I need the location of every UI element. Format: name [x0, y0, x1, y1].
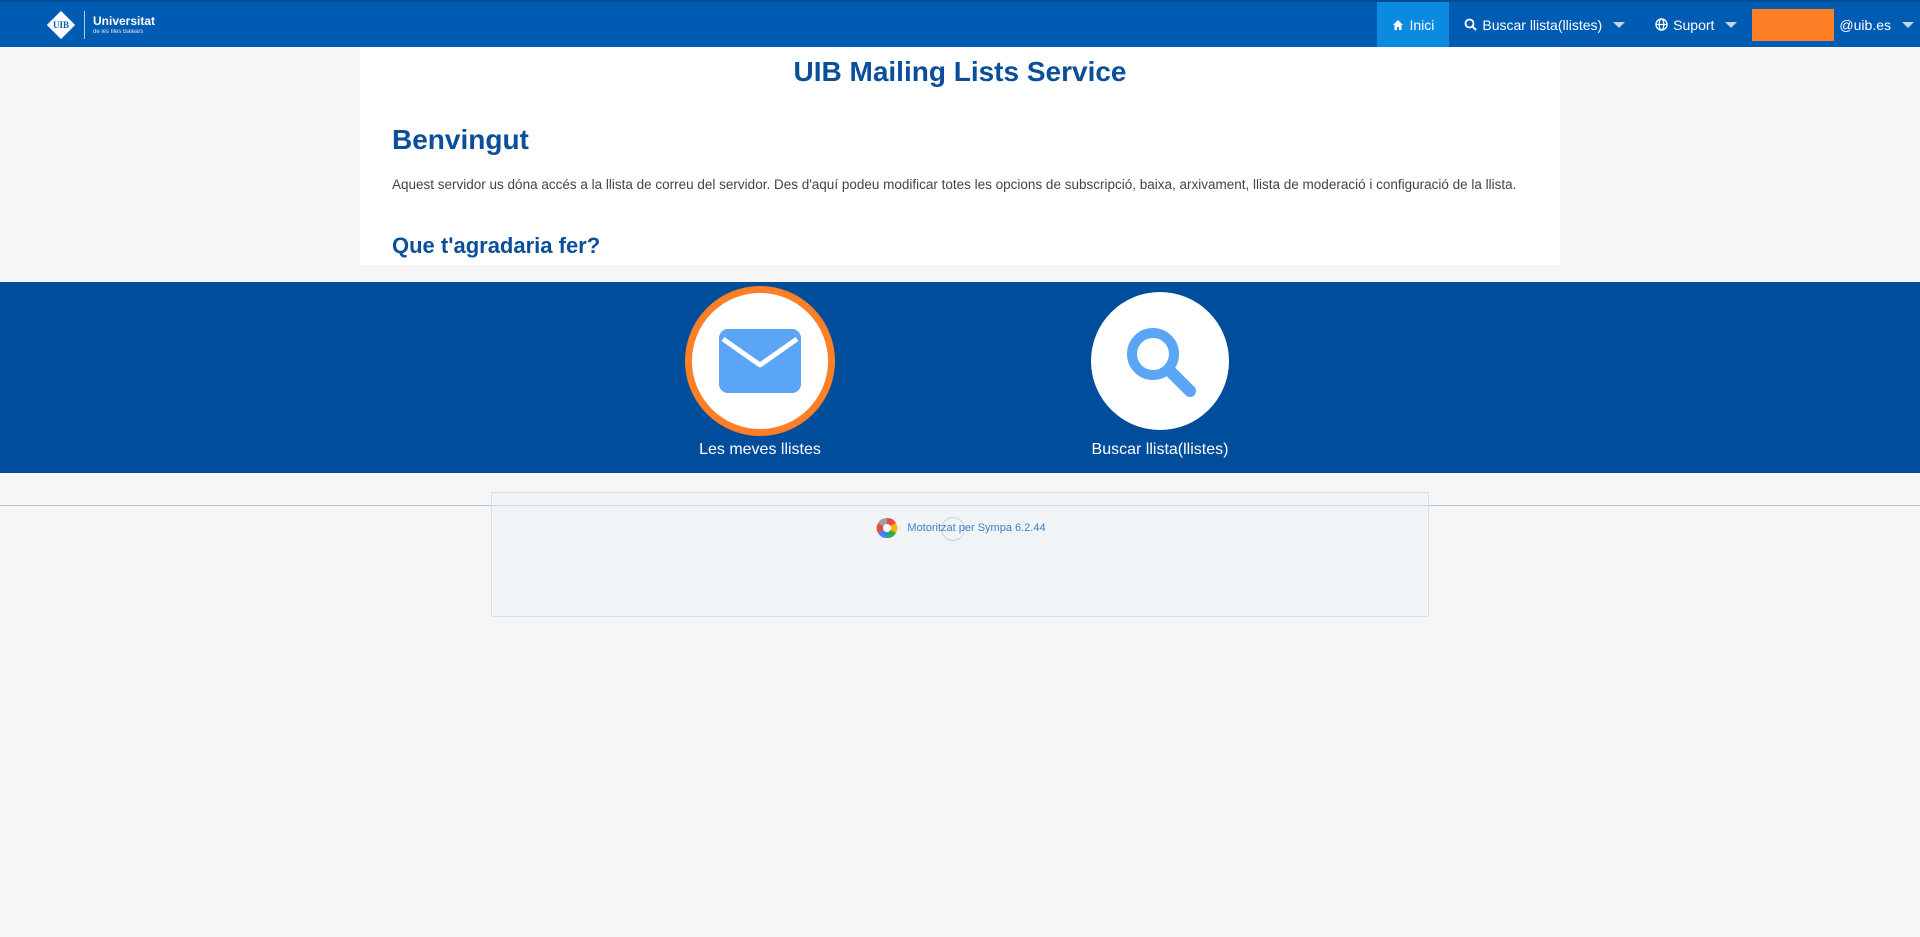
search-lists-button[interactable]: Buscar llista(llistes)	[1050, 282, 1270, 473]
last-login-text: darrer inici de sessió des de 10.100.128…	[740, 555, 1182, 571]
magnifier-icon	[1127, 328, 1196, 397]
chevron-down-icon	[1613, 21, 1626, 28]
uib-emblem-icon: UIB	[46, 10, 76, 40]
search-icon	[1464, 18, 1478, 31]
nav-support-label: Suport	[1673, 16, 1715, 33]
nav-search-label: Buscar llista(llistes)	[1482, 16, 1603, 33]
page-title: UIB Mailing Lists Service	[793, 56, 1127, 87]
nav-home-label: Inici	[1409, 16, 1435, 33]
redacted-username	[1752, 8, 1835, 41]
home-icon	[1393, 19, 1404, 30]
nav-menu: Inici Buscar llista(llistes) Suport @uib…	[1377, 2, 1920, 47]
question-heading: Que t'agradaria fer?	[392, 233, 601, 258]
envelope-icon	[719, 329, 801, 393]
nav-user-menu[interactable]: @uib.es	[1752, 2, 1920, 47]
intro-text: Aquest servidor us dóna accés a la llist…	[392, 177, 1517, 192]
user-email-suffix: @uib.es	[1839, 16, 1891, 33]
search-lists-label: Buscar llista(llistes)	[1091, 441, 1229, 458]
powered-by-text: Motoritzat per Sympa 6.2.44	[907, 522, 1046, 534]
logo-divider	[84, 11, 85, 39]
my-lists-circle[interactable]	[685, 286, 835, 436]
chevron-down-icon	[1902, 21, 1914, 28]
my-lists-label: Les meves llistes	[699, 441, 821, 458]
top-navbar: UIB Universitat de les Illes Balears Ini…	[0, 0, 1920, 47]
welcome-heading: Benvingut	[392, 124, 529, 155]
uib-logo[interactable]: UIB Universitat de les Illes Balears	[46, 8, 155, 42]
uib-emblem-text: UIB	[52, 20, 69, 30]
actions-band: Les meves llistes Buscar llista(llistes)	[0, 282, 1920, 473]
nav-support[interactable]: Suport	[1640, 2, 1752, 47]
my-lists-button[interactable]: Les meves llistes	[650, 282, 870, 473]
nav-home[interactable]: Inici	[1377, 2, 1450, 47]
welcome-card: UIB Mailing Lists Service Benvingut Aque…	[360, 47, 1560, 265]
chevron-down-icon	[1725, 21, 1738, 28]
globe-icon	[1655, 18, 1668, 31]
nav-search-lists[interactable]: Buscar llista(llistes)	[1449, 2, 1640, 47]
sympa-logo-icon	[877, 517, 898, 539]
footer: Motoritzat per Sympa 6.2.44 darrer inici…	[491, 492, 1429, 617]
logo-text: Universitat de les Illes Balears	[93, 15, 155, 35]
logo-subtitle: de les Illes Balears	[93, 29, 144, 35]
logo-name: Universitat	[93, 14, 156, 28]
loading-spinner-icon	[941, 517, 965, 541]
search-lists-circle[interactable]	[1091, 292, 1229, 430]
